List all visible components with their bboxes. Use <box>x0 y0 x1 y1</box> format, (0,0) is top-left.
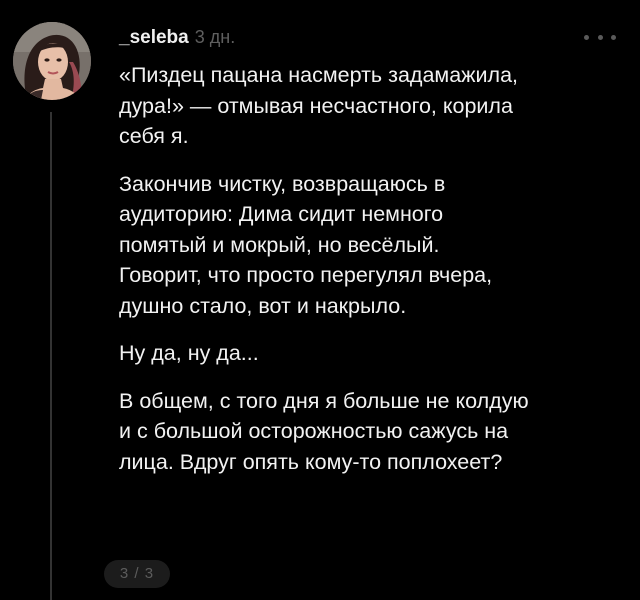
post: _seleba 3 дн. «Пиздец пацана насмерть за… <box>0 0 640 600</box>
post-time: 3 дн. <box>194 27 236 47</box>
dot <box>584 34 589 40</box>
post-paragraph: Ну да, ну да... <box>119 341 259 365</box>
dot <box>611 34 616 40</box>
post-header: _seleba 3 дн. <box>119 27 235 53</box>
post-paragraph: «Пиздец пацана насмерть задамажила, дура… <box>119 63 519 148</box>
post-paragraph: Закончив чистку, возвращаюсь в аудиторию… <box>119 171 493 318</box>
thread-line <box>50 112 52 600</box>
post-body: «Пиздец пацана насмерть задамажила, дура… <box>119 60 624 494</box>
page-indicator-badge: 3 / 3 <box>104 560 170 588</box>
avatar[interactable] <box>13 22 91 100</box>
more-dots-icon[interactable] <box>584 30 616 44</box>
avatar-image <box>13 22 91 100</box>
username[interactable]: _seleba <box>119 27 189 49</box>
post-paragraph: В общем, с того дня я больше не колдую и… <box>119 388 529 474</box>
dot <box>597 34 603 40</box>
